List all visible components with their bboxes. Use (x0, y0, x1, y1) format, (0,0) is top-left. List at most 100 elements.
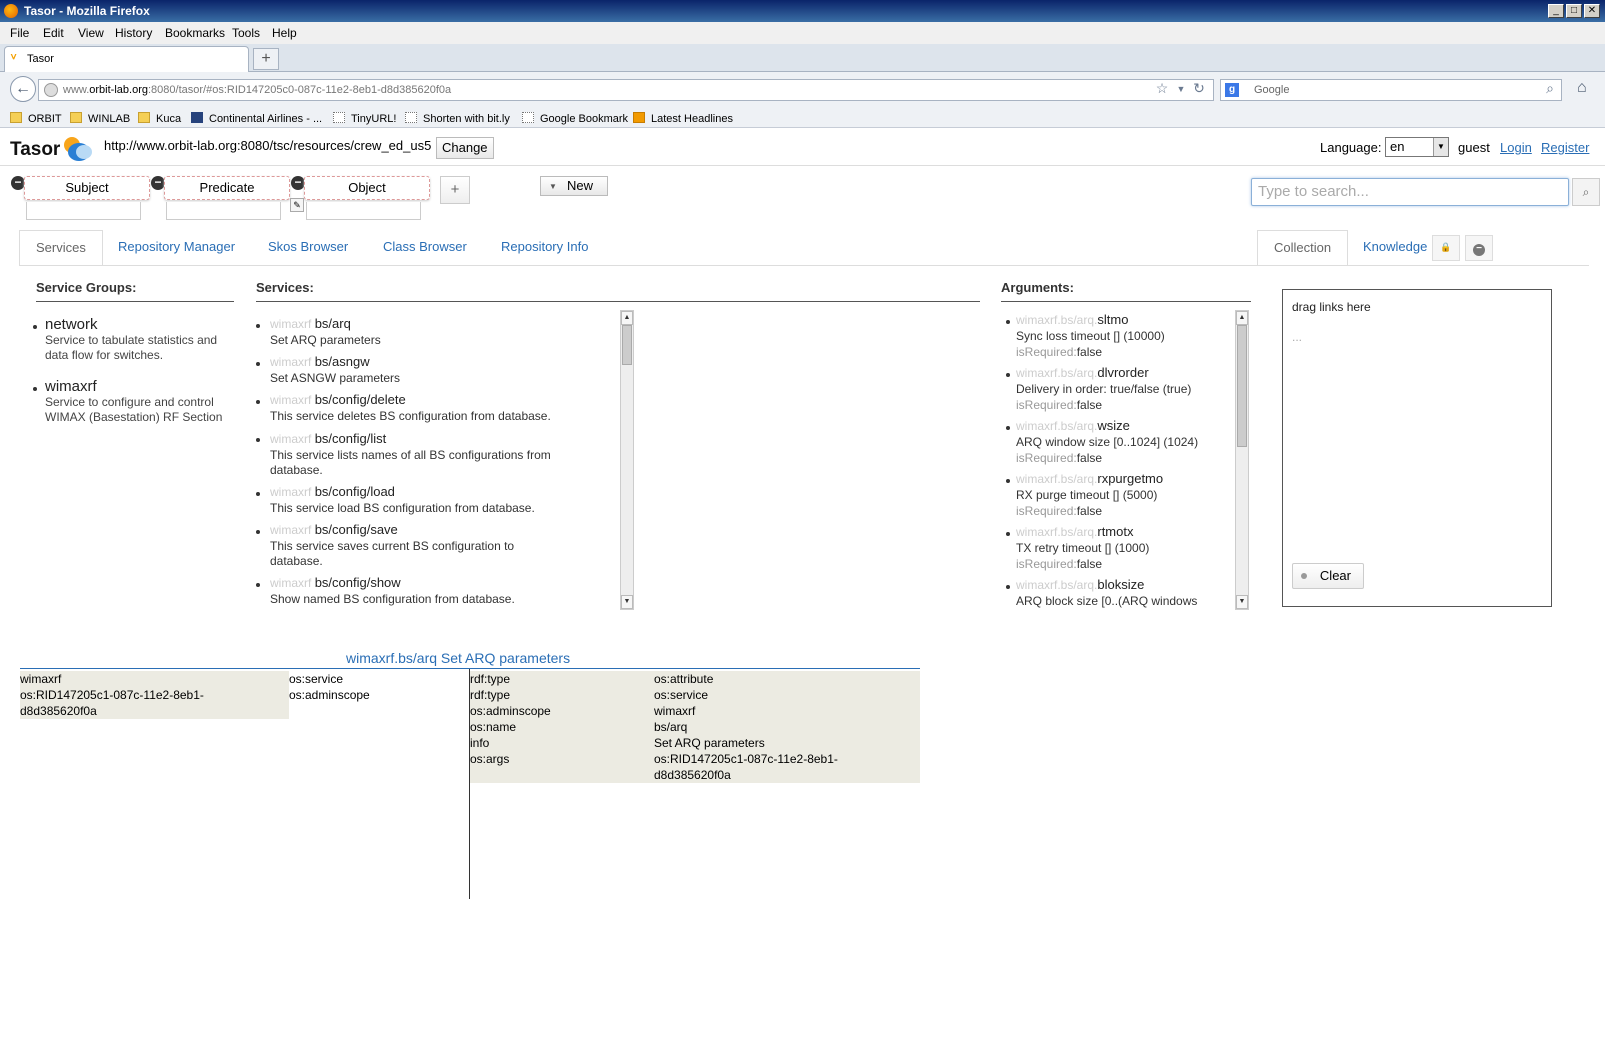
argument-item[interactable]: wimaxrf.bs/arq.bloksize ARQ block size [0… (1002, 577, 1232, 609)
detail-object[interactable]: os:RID147205c1-087c-11e2-8eb1- (654, 751, 838, 767)
reload-icon[interactable]: ↻ (1191, 80, 1207, 98)
remove-subject-icon[interactable]: − (11, 176, 25, 190)
tab-class-browser[interactable]: Class Browser (367, 230, 483, 266)
menu-file[interactable]: File (10, 26, 29, 40)
tab-repository-info[interactable]: Repository Info (485, 230, 604, 266)
home-icon[interactable]: ⌂ (1577, 79, 1587, 97)
collection-drop-zone[interactable] (1282, 289, 1552, 607)
scroll-down-icon[interactable]: ▼ (621, 595, 633, 609)
remove-predicate-icon[interactable]: − (151, 176, 165, 190)
bookmark-bitly[interactable]: Shorten with bit.ly (405, 112, 510, 125)
bookmark-google[interactable]: Google Bookmark (522, 112, 628, 125)
predicate-input[interactable] (166, 202, 281, 220)
arguments-scrollbar[interactable]: ▲ ▼ (1235, 310, 1249, 610)
language-select[interactable]: en ▼ (1385, 137, 1449, 157)
new-tab-button[interactable]: + (253, 48, 279, 70)
scroll-thumb[interactable] (622, 325, 632, 365)
scroll-thumb[interactable] (1237, 325, 1247, 447)
subject-box[interactable]: Subject (24, 176, 150, 200)
change-button[interactable]: Change (436, 137, 494, 159)
lock-icon[interactable]: 🔒 (1432, 235, 1460, 261)
menu-tools[interactable]: Tools (232, 26, 260, 40)
bookmark-continental[interactable]: Continental Airlines - ... (191, 112, 322, 125)
detail-predicate[interactable]: os:name (470, 719, 516, 735)
browser-tab[interactable]: ⱽ Tasor (4, 46, 249, 72)
search-magnifier-icon[interactable]: ⌕ (1542, 80, 1558, 98)
register-link[interactable]: Register (1541, 140, 1589, 155)
scroll-down-icon[interactable]: ▼ (1236, 595, 1248, 609)
url-dropdown-icon[interactable]: ▼ (1173, 84, 1189, 102)
scroll-up-icon[interactable]: ▲ (1236, 311, 1248, 325)
service-item[interactable]: wimaxrf bs/config/save This service saves… (252, 522, 612, 569)
menu-history[interactable]: History (115, 26, 152, 40)
tab-knowledge[interactable]: Knowledge (1347, 230, 1443, 266)
service-item[interactable]: wimaxrf bs/asngw Set ASNGW parameters (252, 354, 612, 386)
minimize-button[interactable]: _ (1548, 4, 1564, 18)
bookmark-tinyurl[interactable]: TinyURL! (333, 112, 396, 125)
service-group-network[interactable]: network Service to tabulate statistics a… (33, 316, 233, 363)
close-window-button[interactable]: ✕ (1584, 4, 1600, 18)
detail-object[interactable]: wimaxrf (654, 703, 695, 719)
menu-help[interactable]: Help (272, 26, 297, 40)
site-identity-icon[interactable] (44, 83, 58, 97)
bookmark-headlines[interactable]: Latest Headlines (633, 112, 733, 125)
clear-button-label: Clear (1319, 568, 1351, 583)
google-icon[interactable]: g (1225, 83, 1239, 97)
detail-object[interactable]: os:service (654, 687, 708, 703)
detail-predicate[interactable]: os:adminscope (470, 703, 551, 719)
browser-search-input[interactable]: Google (1220, 79, 1562, 101)
service-item[interactable]: wimaxrf bs/config/show Show named BS conf… (252, 575, 612, 607)
detail-object[interactable]: os:attribute (654, 671, 713, 687)
argument-item[interactable]: wimaxrf.bs/arq.wsize ARQ window size [0..… (1002, 418, 1232, 466)
argument-item[interactable]: wimaxrf.bs/arq.rtmotx TX retry timeout []… (1002, 524, 1232, 572)
tab-repository-manager[interactable]: Repository Manager (102, 230, 251, 266)
detail-predicate[interactable]: os:args (470, 751, 509, 767)
argument-item[interactable]: wimaxrf.bs/arq.dlvrorder Delivery in orde… (1002, 365, 1232, 413)
detail-predicate[interactable]: rdf:type (470, 687, 510, 703)
tab-services[interactable]: Services (19, 230, 103, 266)
service-item-selected[interactable]: wimaxrf bs/config/list This service lists… (252, 430, 612, 480)
detail-object[interactable]: bs/arq (654, 719, 687, 735)
language-label: Language: (1320, 140, 1382, 155)
detail-left-predicate[interactable]: os:service (289, 671, 343, 687)
object-input[interactable] (306, 202, 421, 220)
scroll-up-icon[interactable]: ▲ (621, 311, 633, 325)
service-item[interactable]: wimaxrf bs/config/load This service load … (252, 484, 612, 516)
login-link[interactable]: Login (1500, 140, 1532, 155)
search-icon[interactable]: ⌕ (1572, 178, 1600, 206)
service-group-wimaxrf[interactable]: wimaxrf Service to configure and control… (33, 378, 233, 425)
detail-predicate[interactable]: rdf:type (470, 671, 510, 687)
tab-collection[interactable]: Collection (1257, 230, 1349, 266)
detail-object[interactable]: d8d385620f0a (654, 767, 731, 783)
remove-object-icon[interactable]: − (291, 176, 305, 190)
url-bar[interactable]: www.orbit-lab.org:8080/tasor/#os:RID1472… (38, 79, 1214, 101)
edit-pencil-icon[interactable]: ✎ (290, 198, 304, 212)
search-input[interactable]: Type to search... (1251, 178, 1569, 206)
service-item[interactable]: wimaxrf bs/arq Set ARQ parameters (252, 316, 612, 348)
menu-edit[interactable]: Edit (43, 26, 64, 40)
back-button[interactable]: ← (10, 76, 36, 102)
argument-item[interactable]: wimaxrf.bs/arq.sltmo Sync loss timeout []… (1002, 312, 1232, 360)
add-triple-button[interactable]: + (440, 176, 470, 204)
detail-predicate[interactable]: info (470, 735, 489, 751)
menu-view[interactable]: View (78, 26, 104, 40)
new-button[interactable]: ▼ New (540, 176, 608, 196)
services-scrollbar[interactable]: ▲ ▼ (620, 310, 634, 610)
detail-subject-cell[interactable]: wimaxrf os:RID147205c1-087c-11e2-8eb1- d… (20, 671, 289, 719)
detail-left-predicate[interactable]: os:adminscope (289, 687, 370, 703)
clear-button[interactable]: Clear (1292, 563, 1364, 589)
bookmark-kuca[interactable]: Kuca (138, 112, 181, 125)
minimize-panel-icon[interactable]: − (1465, 235, 1493, 261)
detail-object[interactable]: Set ARQ parameters (654, 735, 765, 751)
bookmark-winlab[interactable]: WINLAB (70, 112, 130, 125)
tab-skos-browser[interactable]: Skos Browser (252, 230, 364, 266)
argument-item[interactable]: wimaxrf.bs/arq.rxpurgetmo RX purge timeou… (1002, 471, 1232, 519)
bookmark-orbit[interactable]: ORBIT (10, 112, 62, 125)
service-item[interactable]: wimaxrf bs/config/delete This service del… (252, 392, 612, 424)
bookmark-star-icon[interactable]: ☆ (1154, 80, 1170, 98)
predicate-box[interactable]: Predicate (164, 176, 290, 200)
maximize-button[interactable]: □ (1566, 4, 1582, 18)
menu-bookmarks[interactable]: Bookmarks (165, 26, 225, 40)
object-box[interactable]: Object (304, 176, 430, 200)
subject-input[interactable] (26, 202, 141, 220)
